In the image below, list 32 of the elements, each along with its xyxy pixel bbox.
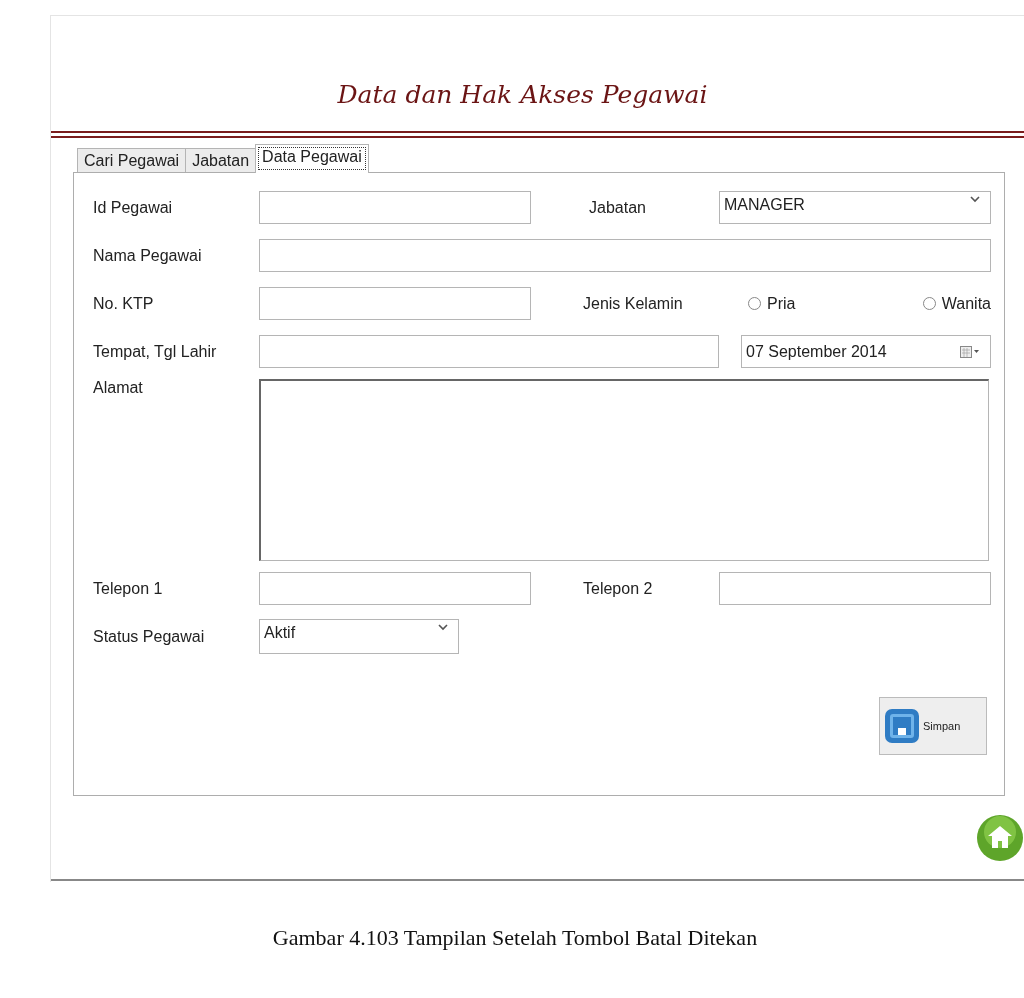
radio-option[interactable]: Wanita <box>922 294 991 313</box>
field-label: Alamat <box>93 379 144 397</box>
chevron-down-icon <box>438 624 448 631</box>
field-label: Status Pegawai <box>93 627 206 646</box>
home-icon[interactable] <box>976 814 1024 862</box>
dropdown[interactable]: Aktif <box>259 619 459 654</box>
text-area[interactable] <box>259 379 989 561</box>
field-label: Tempat, Tgl Lahir <box>93 342 218 361</box>
input-field[interactable] <box>259 239 991 272</box>
input-field[interactable] <box>259 191 531 224</box>
field-label: Nama Pegawai <box>93 246 203 265</box>
field-label: Telepon 2 <box>582 579 654 598</box>
input-field[interactable] <box>259 287 531 320</box>
chevron-down-icon <box>970 196 980 203</box>
input-field[interactable] <box>259 572 531 605</box>
field-label: Jenis Kelamin <box>582 294 684 313</box>
field-label: Telepon 1 <box>93 579 164 598</box>
window-title: Data dan Hak Akses Pegawai <box>336 80 709 109</box>
field-label: Id Pegawai <box>93 198 174 217</box>
tab[interactable]: Data Pegawai <box>255 144 369 173</box>
field-label: Jabatan <box>588 198 647 217</box>
tab[interactable]: Cari Pegawai <box>77 148 187 172</box>
save-button[interactable]: Simpan <box>879 697 987 755</box>
calendar-icon <box>960 345 980 358</box>
input-field[interactable] <box>259 335 719 368</box>
tab[interactable]: Jabatan <box>185 148 257 172</box>
input-field[interactable] <box>719 572 991 605</box>
field-label: No. KTP <box>93 294 155 313</box>
figure-caption: Gambar 4.103 Tampilan Setelah Tombol Batal Ditekan <box>271 925 759 951</box>
dropdown[interactable]: MANAGER <box>719 191 991 224</box>
radio-option[interactable]: Pria <box>748 294 796 313</box>
date-picker[interactable]: 07 September 2014 <box>741 335 991 368</box>
